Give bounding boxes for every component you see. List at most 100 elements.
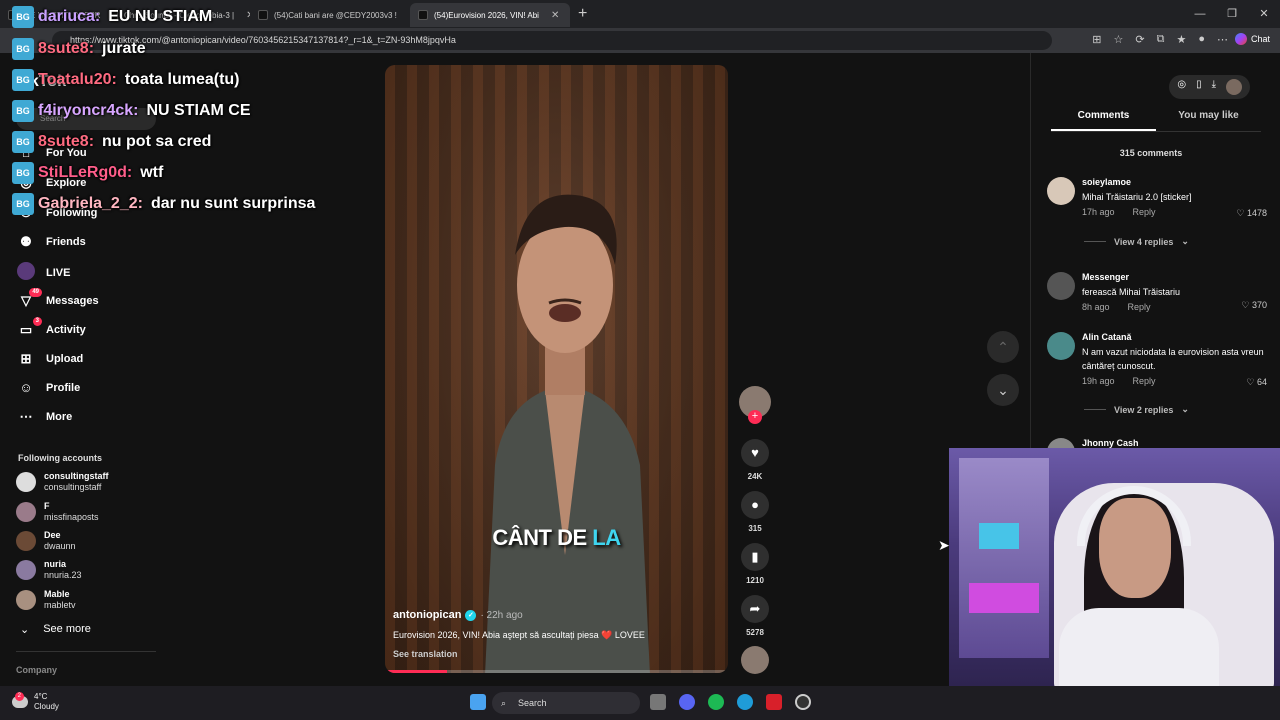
- comment-button[interactable]: ● 315: [738, 491, 772, 533]
- reply-button[interactable]: Reply: [1133, 376, 1156, 386]
- heart-outline-icon: ♡: [1236, 208, 1245, 218]
- browser-tab-active[interactable]: (54)Eurovision 2026, VIN! Abi ✕: [410, 3, 570, 27]
- messages-badge: 49: [29, 288, 42, 297]
- more-icon: ⋯: [19, 409, 33, 424]
- cloud-icon: 2: [12, 692, 28, 708]
- new-tab-button[interactable]: +: [578, 5, 587, 23]
- obs-icon[interactable]: [795, 694, 811, 710]
- weather-badge: 2: [14, 692, 24, 701]
- chevron-up-icon: ⌃: [997, 339, 1009, 355]
- maximize-icon[interactable]: ❐: [1216, 0, 1248, 28]
- activity-icon: ▭ 3: [16, 317, 42, 338]
- follow-plus-icon[interactable]: +: [748, 410, 762, 424]
- upload-icon: ⊞: [20, 351, 32, 366]
- avatar[interactable]: [1047, 272, 1075, 300]
- refresh-icon[interactable]: ⟳: [1135, 33, 1144, 46]
- profile-icon: ☺: [19, 380, 33, 395]
- verified-icon: ✓: [465, 609, 477, 621]
- heart-outline-icon: ♡: [1241, 300, 1250, 310]
- activity-badge: 3: [32, 317, 42, 326]
- compass-icon[interactable]: ◎: [1177, 79, 1186, 95]
- chevron-down-icon: ⌄: [1181, 404, 1189, 414]
- spotify-icon[interactable]: [708, 694, 724, 710]
- view-replies-button[interactable]: View 2 replies ⌄: [1084, 404, 1189, 415]
- close-tab-icon[interactable]: ✕: [551, 10, 559, 21]
- video-progress-bar[interactable]: [385, 670, 728, 673]
- browser-tab[interactable]: (54)Cati bani are @CEDY2003v3 !✕: [250, 3, 410, 27]
- see-translation-link[interactable]: See translation: [393, 649, 645, 659]
- profile-icon[interactable]: ●: [1198, 33, 1205, 46]
- badge-icon: BG: [12, 162, 34, 184]
- discord-icon[interactable]: [679, 694, 695, 710]
- avatar[interactable]: [1226, 79, 1242, 95]
- nav-messages[interactable]: ▽ 49 Messages: [16, 288, 99, 309]
- view-replies-button[interactable]: View 4 replies ⌄: [1084, 236, 1189, 247]
- nav-profile[interactable]: ☺ Profile: [16, 380, 80, 395]
- comment-like[interactable]: ♡ 1478: [1236, 208, 1267, 219]
- nav-friends[interactable]: ⚉ Friends: [16, 234, 86, 250]
- tab-you-may-like[interactable]: You may like: [1156, 110, 1261, 131]
- video-player[interactable]: CÂNT DE LA antoniopican ✓ · 22h ago Eurovi…: [385, 65, 728, 673]
- download-icon[interactable]: ⤓: [1212, 79, 1216, 95]
- media-app-icon[interactable]: [766, 694, 782, 710]
- nav-upload[interactable]: ⊞ Upload: [16, 351, 84, 367]
- video-time: · 22h ago: [480, 609, 523, 621]
- save-button[interactable]: ▮ 1210: [738, 543, 772, 585]
- following-accounts-header: Following accounts: [18, 453, 103, 463]
- previous-video-button[interactable]: ⌃: [987, 331, 1019, 363]
- toolbar-icons: ⊞ ☆ ⟳ ⧉ ★ ● ⋯: [1092, 33, 1228, 46]
- following-account[interactable]: consultingstaff consultingstaff: [16, 471, 109, 493]
- nav-more[interactable]: ⋯ More: [16, 409, 73, 425]
- avatar[interactable]: [1047, 177, 1075, 205]
- video-progress-fill: [385, 670, 447, 673]
- following-account[interactable]: Dee dwaunn: [16, 530, 76, 552]
- extensions-icon[interactable]: ⧉: [1157, 33, 1165, 46]
- see-more-button[interactable]: ⌄ See more: [20, 623, 91, 636]
- music-disc-icon: [741, 646, 769, 674]
- following-account[interactable]: Fmissfinaposts: [16, 501, 99, 523]
- edge-icon[interactable]: [737, 694, 753, 710]
- panel-tabs: Comments You may like: [1051, 110, 1261, 132]
- menu-icon[interactable]: ⋯: [1217, 33, 1228, 46]
- comment-like[interactable]: ♡ 64: [1246, 377, 1267, 388]
- like-button[interactable]: ♥ 24K: [738, 439, 772, 481]
- nav-live[interactable]: LIVE: [16, 262, 70, 283]
- taskbar: 2 4°C Cloudy ⌕ Search: [0, 686, 1280, 720]
- window-controls: — ❐ ✕: [1184, 0, 1280, 28]
- reply-button[interactable]: Reply: [1128, 302, 1151, 312]
- following-account[interactable]: nuria nnuria.23: [16, 559, 82, 581]
- chat-message: BG Toatalu20: toata lumea(tu): [12, 69, 240, 91]
- next-video-button[interactable]: ⌄: [987, 374, 1019, 406]
- weather-widget[interactable]: 2 4°C Cloudy: [12, 692, 59, 712]
- messages-icon: ▽ 49: [16, 288, 42, 309]
- apps-icon[interactable]: ⊞: [1092, 33, 1101, 46]
- reply-button[interactable]: Reply: [1133, 207, 1156, 217]
- file-explorer-icon[interactable]: [650, 694, 666, 710]
- favorite-star-icon[interactable]: ☆: [1114, 33, 1124, 46]
- device-icon[interactable]: ▯: [1196, 79, 1202, 95]
- sound-avatar[interactable]: [738, 646, 772, 674]
- copilot-chat-button[interactable]: Chat: [1234, 33, 1270, 45]
- minimize-icon[interactable]: —: [1184, 0, 1216, 28]
- taskbar-search[interactable]: ⌕ Search: [492, 692, 640, 714]
- close-window-icon[interactable]: ✕: [1248, 0, 1280, 28]
- chevron-down-icon: ⌄: [997, 382, 1009, 398]
- badge-icon: BG: [12, 69, 34, 91]
- creator-avatar[interactable]: +: [738, 386, 772, 424]
- panel-toolbar: ◎ ▯ ⤓: [1169, 75, 1250, 99]
- avatar: [16, 472, 36, 492]
- following-account[interactable]: Mable mabletv: [16, 589, 76, 611]
- address-bar-row: https://www.tiktok.com/@antoniopican/vid…: [0, 28, 1280, 53]
- video-username[interactable]: antoniopican: [393, 609, 461, 621]
- taskbar-pinned-apps: [650, 694, 811, 710]
- favorites-icon[interactable]: ★: [1176, 33, 1186, 46]
- nav-activity[interactable]: ▭ 3 Activity: [16, 317, 86, 338]
- badge-icon: BG: [12, 38, 34, 60]
- comment-like[interactable]: ♡ 370: [1241, 300, 1267, 311]
- avatar[interactable]: [1047, 332, 1075, 360]
- company-link[interactable]: Company: [16, 665, 57, 675]
- windows-start-icon[interactable]: [470, 694, 486, 710]
- url-field[interactable]: https://www.tiktok.com/@antoniopican/vid…: [52, 31, 1052, 50]
- share-button[interactable]: ➦ 5278: [738, 595, 772, 637]
- tab-comments[interactable]: Comments: [1051, 110, 1156, 131]
